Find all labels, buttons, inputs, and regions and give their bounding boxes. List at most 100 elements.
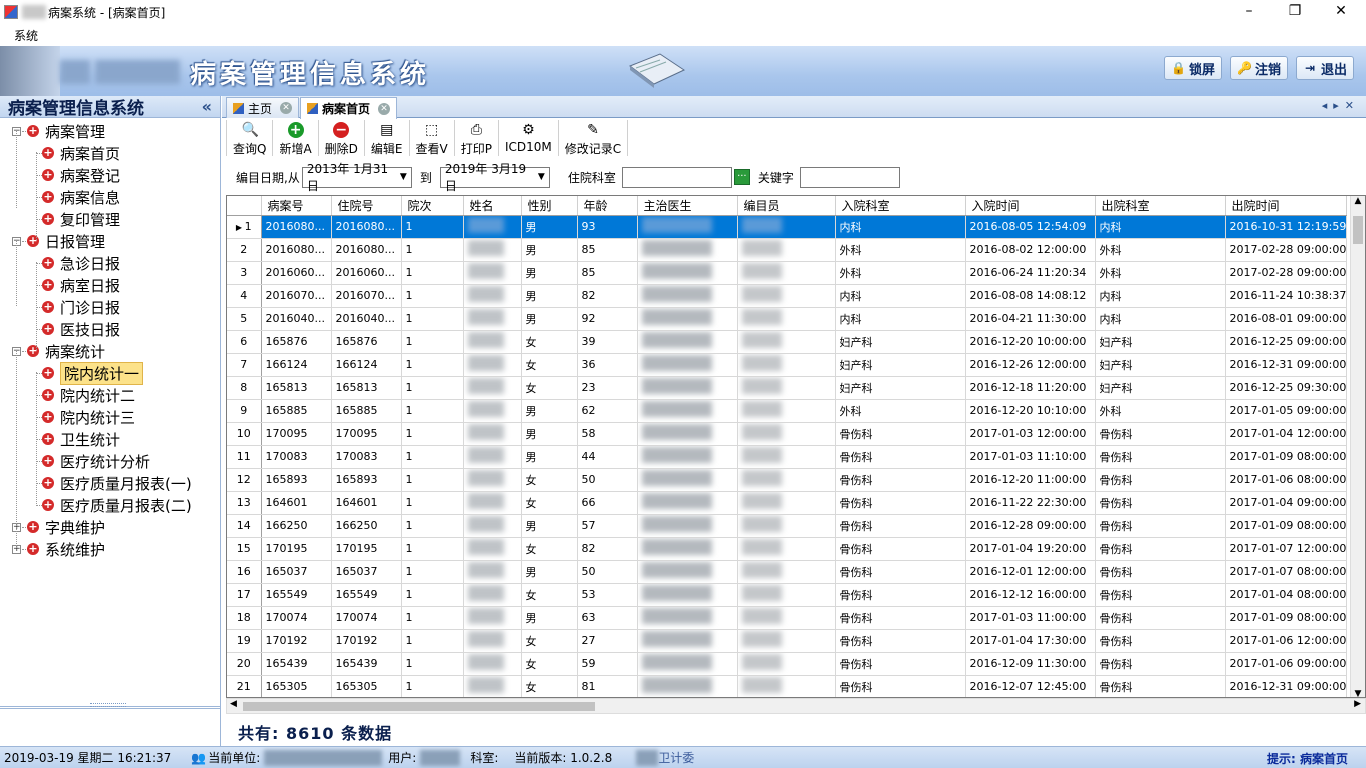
tab-close-all-icon[interactable]: ✕: [1345, 99, 1360, 112]
close-tab-icon[interactable]: ✕: [280, 102, 293, 114]
redacted-cell[interactable]: [463, 606, 522, 630]
table-cell[interactable]: 165439: [331, 652, 402, 676]
table-cell[interactable]: 165813: [331, 376, 402, 400]
table-cell[interactable]: 165439: [261, 652, 332, 676]
table-cell[interactable]: 166250: [331, 514, 402, 538]
table-cell[interactable]: 女: [521, 491, 578, 515]
restore-button[interactable]: ❐: [1272, 0, 1318, 24]
row-number[interactable]: 7: [227, 353, 262, 377]
table-cell[interactable]: 女: [521, 330, 578, 354]
table-cell[interactable]: 2017-01-06 12:00:00: [1225, 629, 1348, 653]
row-number[interactable]: 12: [227, 468, 262, 492]
table-row[interactable]: 3 2016060... 2016060... 1 男 85 外科 2016-06-24 11…: [227, 261, 1348, 285]
row-number[interactable]: ▶ 1: [227, 215, 262, 239]
nav-item[interactable]: + 院内统计二: [42, 384, 135, 406]
column-header[interactable]: 入院科室: [835, 196, 966, 216]
redacted-cell[interactable]: [463, 537, 522, 561]
redacted-cell[interactable]: [737, 261, 836, 285]
table-cell[interactable]: 妇产科: [835, 353, 966, 377]
table-cell[interactable]: 1: [401, 675, 464, 697]
table-cell[interactable]: 男: [521, 399, 578, 423]
row-number[interactable]: 2: [227, 238, 262, 262]
table-cell[interactable]: 女: [521, 652, 578, 676]
table-cell[interactable]: 2017-01-04 08:00:00: [1225, 583, 1348, 607]
table-cell[interactable]: 妇产科: [835, 330, 966, 354]
table-cell[interactable]: 50: [577, 468, 638, 492]
redacted-cell[interactable]: [463, 330, 522, 354]
table-cell[interactable]: 内科: [1095, 284, 1226, 308]
table-cell[interactable]: 内科: [835, 284, 966, 308]
table-row[interactable]: 13 164601 164601 1 女 66 骨伤科 2016-11-22 22:30:00…: [227, 491, 1348, 515]
table-cell[interactable]: 2016-12-20 11:00:00: [965, 468, 1096, 492]
table-row[interactable]: 5 2016040... 2016040... 1 男 92 内科 2016-04-21 11…: [227, 307, 1348, 331]
table-cell[interactable]: 1: [401, 537, 464, 561]
table-row[interactable]: 16 165037 165037 1 男 50 骨伤科 2016-12-01 12:00:00…: [227, 560, 1348, 584]
toolbar-button-view[interactable]: ⬚ 查看V: [410, 120, 455, 156]
table-cell[interactable]: 165893: [261, 468, 332, 492]
table-cell[interactable]: 2016-12-20 10:10:00: [965, 399, 1096, 423]
table-cell[interactable]: 男: [521, 238, 578, 262]
table-cell[interactable]: 2017-01-04 09:00:00: [1225, 491, 1348, 515]
redacted-cell[interactable]: [463, 215, 522, 239]
table-cell[interactable]: 骨伤科: [1095, 445, 1226, 469]
nav-item[interactable]: + 医疗质量月报表(二): [42, 494, 192, 516]
table-cell[interactable]: 1: [401, 606, 464, 630]
redacted-cell[interactable]: [737, 468, 836, 492]
redacted-cell[interactable]: [737, 353, 836, 377]
redacted-cell[interactable]: [737, 675, 836, 697]
table-cell[interactable]: 2016-11-22 22:30:00: [965, 491, 1096, 515]
table-cell[interactable]: 2016-10-31 12:19:59: [1225, 215, 1348, 239]
table-cell[interactable]: 2016-12-31 09:00:00: [1225, 353, 1348, 377]
column-header[interactable]: 出院时间: [1225, 196, 1348, 216]
table-cell[interactable]: 2016-12-01 12:00:00: [965, 560, 1096, 584]
table-cell[interactable]: 女: [521, 583, 578, 607]
redacted-cell[interactable]: [463, 399, 522, 423]
table-cell[interactable]: 2016080...: [261, 238, 332, 262]
table-cell[interactable]: 2017-01-07 08:00:00: [1225, 560, 1348, 584]
table-cell[interactable]: 27: [577, 629, 638, 653]
table-cell[interactable]: 1: [401, 514, 464, 538]
nav-item[interactable]: + 急诊日报: [42, 252, 120, 274]
table-cell[interactable]: 2017-01-07 12:00:00: [1225, 537, 1348, 561]
table-cell[interactable]: 骨伤科: [835, 422, 966, 446]
table-cell[interactable]: 39: [577, 330, 638, 354]
nav-item[interactable]: − + 病案统计: [12, 340, 105, 362]
table-cell[interactable]: 骨伤科: [1095, 675, 1226, 697]
table-cell[interactable]: 外科: [835, 261, 966, 285]
table-cell[interactable]: 2016070...: [331, 284, 402, 308]
table-cell[interactable]: 165813: [261, 376, 332, 400]
row-number[interactable]: 3: [227, 261, 262, 285]
table-cell[interactable]: 2016040...: [331, 307, 402, 331]
table-cell[interactable]: 男: [521, 284, 578, 308]
row-number[interactable]: 8: [227, 376, 262, 400]
row-number[interactable]: 14: [227, 514, 262, 538]
table-cell[interactable]: 1: [401, 307, 464, 331]
row-number[interactable]: 11: [227, 445, 262, 469]
table-row[interactable]: 15 170195 170195 1 女 82 骨伤科 2017-01-04 19:20:00…: [227, 537, 1348, 561]
logout-button[interactable]: 🔑 注销: [1230, 56, 1289, 80]
table-cell[interactable]: 2016-08-02 12:00:00: [965, 238, 1096, 262]
table-cell[interactable]: 1: [401, 330, 464, 354]
table-cell[interactable]: 2016060...: [261, 261, 332, 285]
scroll-up-icon[interactable]: ▲: [1351, 196, 1365, 206]
redacted-cell[interactable]: [463, 238, 522, 262]
table-cell[interactable]: 2016-12-31 09:00:00: [1225, 675, 1348, 697]
table-cell[interactable]: 骨伤科: [1095, 606, 1226, 630]
table-cell[interactable]: 骨伤科: [835, 652, 966, 676]
scroll-thumb[interactable]: [1353, 216, 1363, 244]
table-cell[interactable]: 骨伤科: [1095, 537, 1226, 561]
redacted-cell[interactable]: [463, 583, 522, 607]
redacted-cell[interactable]: [737, 284, 836, 308]
redacted-cell[interactable]: [463, 491, 522, 515]
nav-item[interactable]: + 病案首页: [42, 142, 120, 164]
table-cell[interactable]: 2016080...: [331, 215, 402, 239]
table-cell[interactable]: 骨伤科: [835, 583, 966, 607]
table-cell[interactable]: 骨伤科: [835, 514, 966, 538]
row-number[interactable]: 15: [227, 537, 262, 561]
nav-item[interactable]: − + 病案管理: [12, 120, 105, 142]
date-from-picker[interactable]: 2013年 1月31日 ▼: [301, 162, 412, 193]
redacted-cell[interactable]: [637, 491, 738, 515]
table-cell[interactable]: 57: [577, 514, 638, 538]
table-cell[interactable]: 165876: [261, 330, 332, 354]
table-cell[interactable]: 1: [401, 468, 464, 492]
